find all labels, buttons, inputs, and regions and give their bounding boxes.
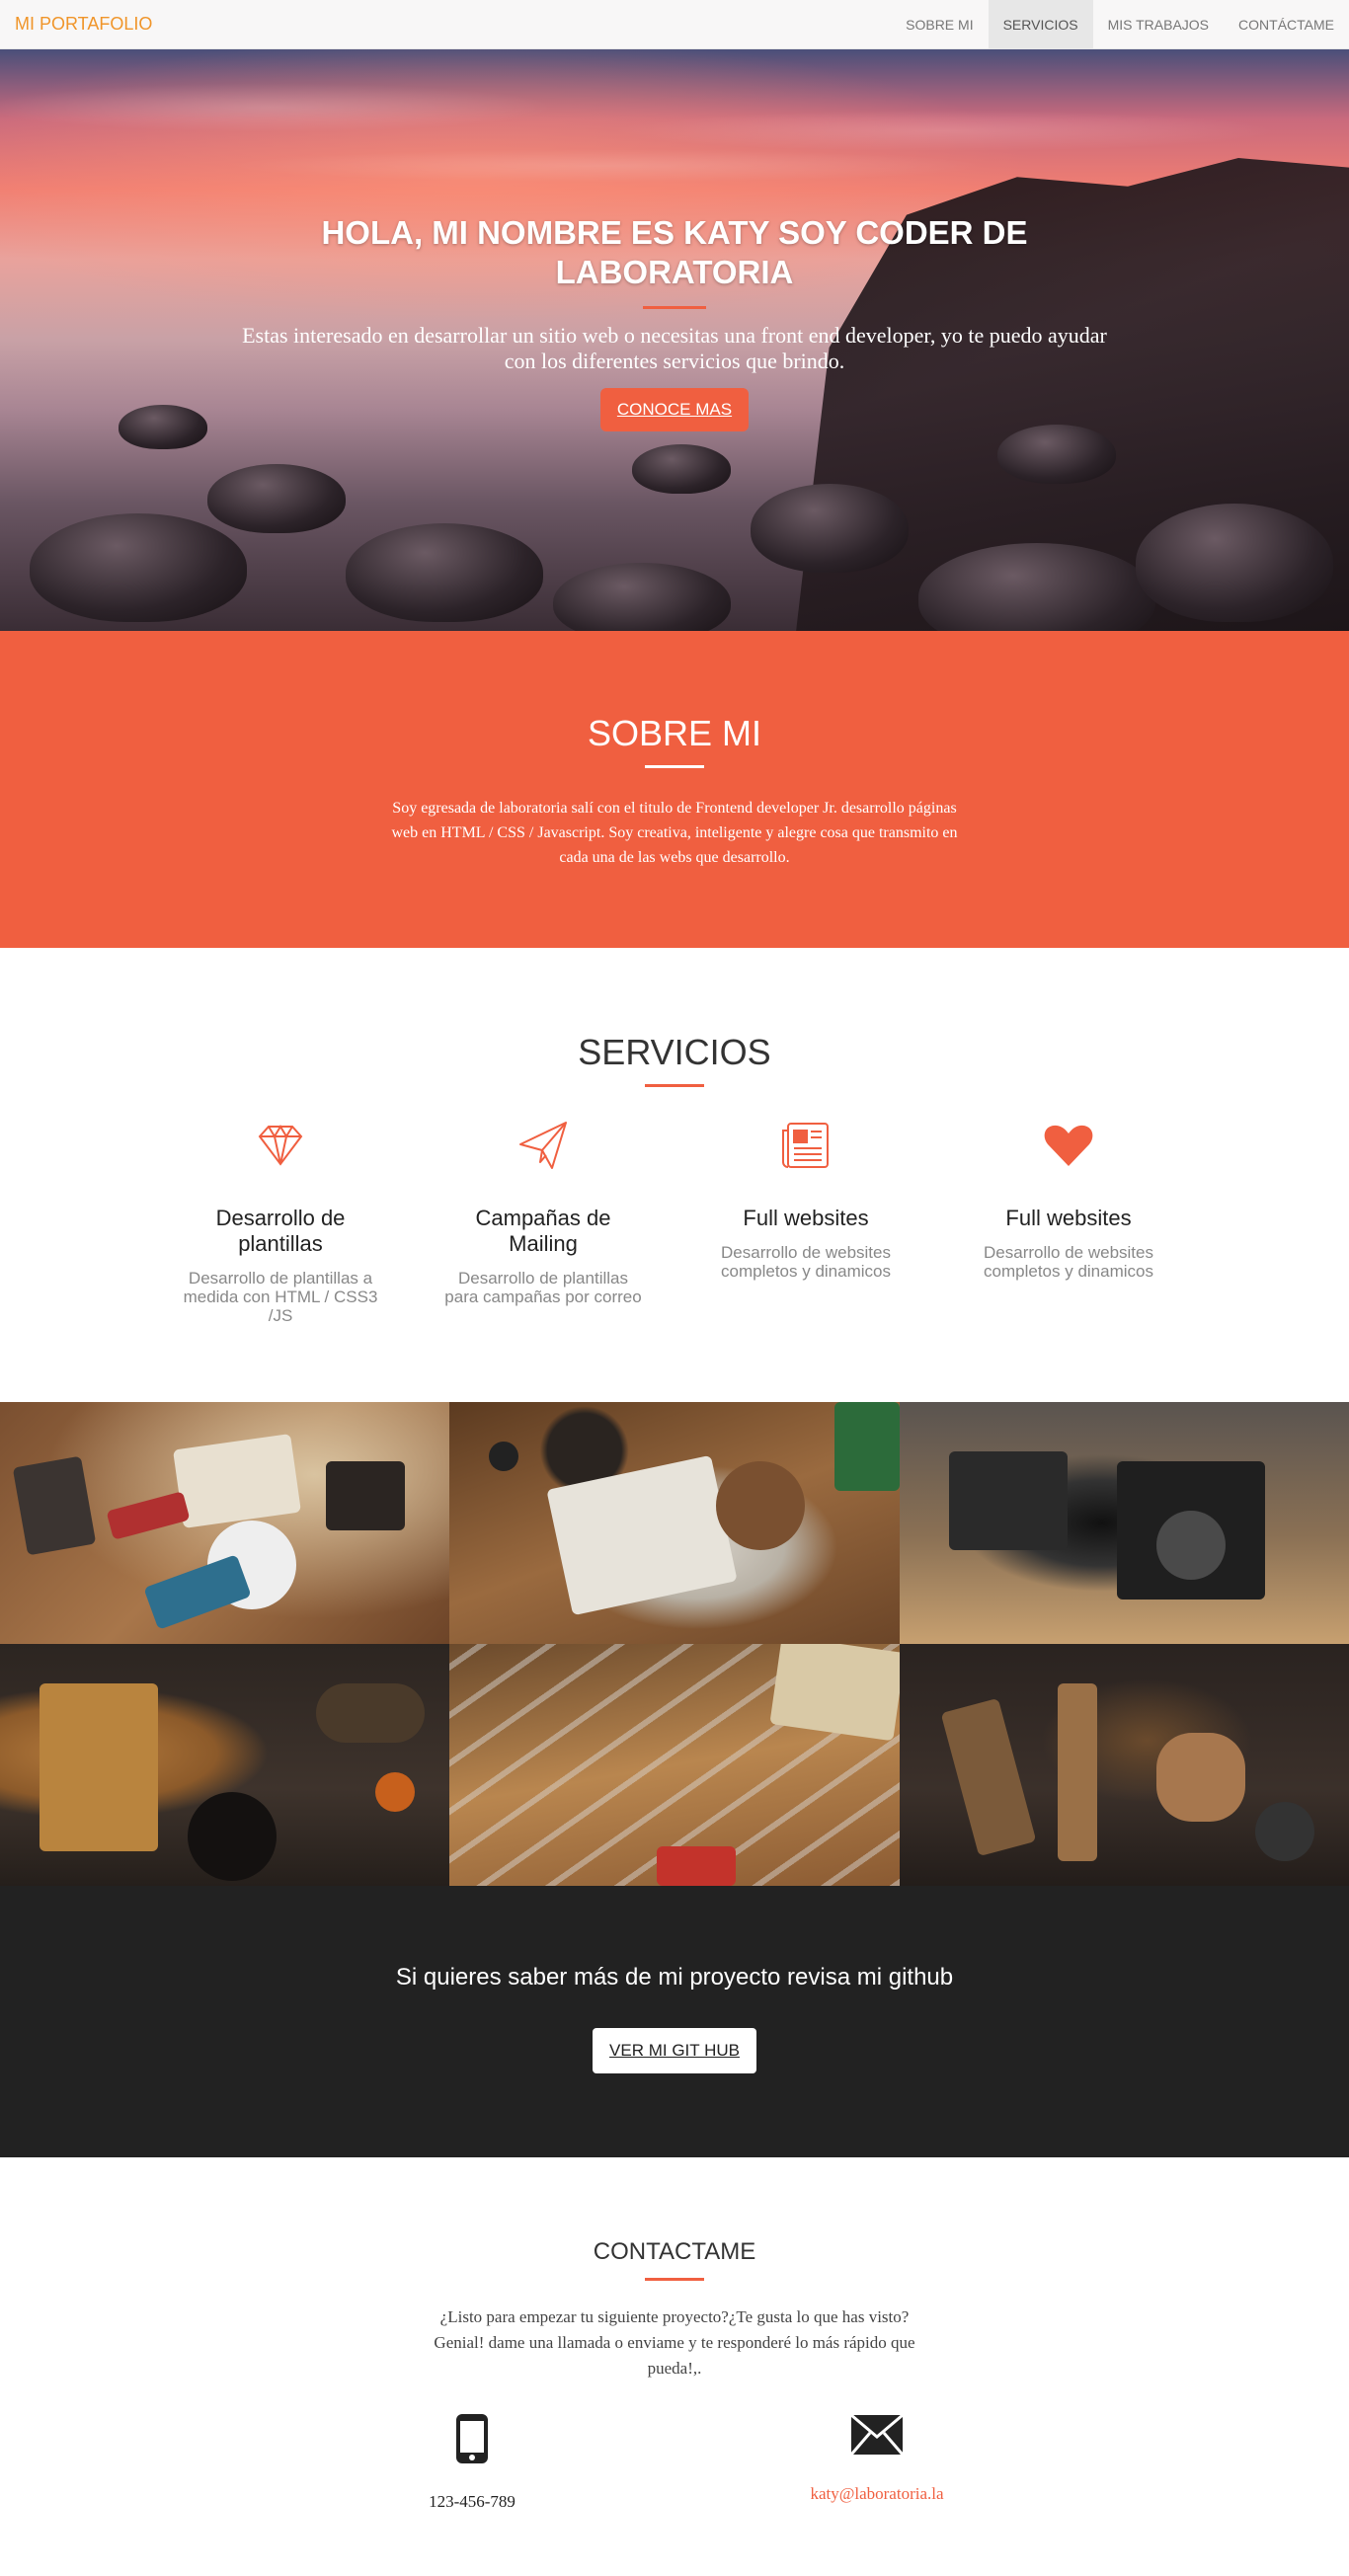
service-item: Desarrollo de plantillas Desarrollo de p… [177, 1119, 384, 1325]
portfolio-image-tools[interactable] [900, 1644, 1349, 1886]
service-text: Desarrollo de websites completos y dinam… [721, 1243, 891, 1281]
phone-icon [456, 2414, 488, 2463]
hero-text: Estas interesado en desarrollar un sitio… [242, 323, 1107, 373]
services-title: SERVICIOS [578, 1032, 771, 1072]
about-text: Soy egresada de laboratoria salí con el … [391, 800, 958, 866]
hero-content: HOLA, MI NOMBRE ES KATY SOY CODER DE LAB… [230, 213, 1119, 431]
contact-text: ¿Listo para empezar tu siguiente proyect… [434, 2307, 915, 2378]
portfolio-image-cameras[interactable] [900, 1402, 1349, 1644]
phone-number: 123-456-789 [429, 2492, 516, 2511]
contact-email: katy@laboratoria.la [768, 2413, 986, 2512]
about-section: SOBRE MI Soy egresada de laboratoria sal… [0, 631, 1349, 948]
service-title: Desarrollo de plantillas [215, 1206, 346, 1256]
service-text: Desarrollo de plantillas para campañas p… [444, 1269, 642, 1306]
diamond-icon [258, 1125, 303, 1166]
newspaper-icon [782, 1123, 829, 1168]
nav-link-mis-trabajos[interactable]: MIS TRABAJOS [1093, 0, 1224, 49]
portfolio-gallery [0, 1402, 1349, 1886]
contact-divider [645, 2278, 704, 2281]
github-cta-section: Si quieres saber más de mi proyecto revi… [0, 1886, 1349, 2157]
email-link[interactable]: katy@laboratoria.la [768, 2484, 986, 2504]
portfolio-image-kitchen[interactable] [0, 1644, 449, 1886]
about-divider [645, 765, 704, 768]
services-section: SERVICIOS Desarrollo de plantillas Desar… [0, 948, 1349, 1402]
nav-link-servicios[interactable]: SERVICIOS [988, 0, 1093, 49]
contact-methods: 123-456-789 katy@laboratoria.la [0, 2413, 1349, 2512]
nav-link-contactame[interactable]: CONTÁCTAME [1224, 0, 1349, 49]
about-title: SOBRE MI [587, 713, 762, 753]
service-title: Campañas de Mailing [475, 1206, 611, 1256]
portfolio-image-stationery[interactable] [0, 1402, 449, 1644]
ver-github-button[interactable]: VER MI GIT HUB [593, 2028, 756, 2073]
portfolio-image-notebook[interactable] [449, 1402, 900, 1644]
service-item: Full websites Desarrollo de websites com… [965, 1119, 1172, 1325]
contact-section: CONTACTAME ¿Listo para empezar tu siguie… [0, 2157, 1349, 2552]
contact-title: CONTACTAME [593, 2238, 756, 2265]
cta-title: Si quieres saber más de mi proyecto revi… [395, 1964, 954, 1991]
nav-link-sobre-mi[interactable]: SOBRE MI [891, 0, 988, 49]
service-text: Desarrollo de websites completos y dinam… [984, 1243, 1153, 1281]
service-title: Full websites [743, 1206, 869, 1230]
brand-link[interactable]: MI PORTAFOLIO [0, 14, 152, 35]
portfolio-image-pencils[interactable] [449, 1644, 900, 1886]
hero-title: HOLA, MI NOMBRE ES KATY SOY CODER DE LAB… [321, 214, 1028, 290]
navbar: MI PORTAFOLIO SOBRE MI SERVICIOS MIS TRA… [0, 0, 1349, 49]
service-text: Desarrollo de plantillas a medida con HT… [183, 1269, 378, 1325]
services-divider [645, 1084, 704, 1087]
contact-phone: 123-456-789 [363, 2413, 581, 2512]
nav-menu: SOBRE MI SERVICIOS MIS TRABAJOS CONTÁCTA… [891, 0, 1349, 49]
conoce-mas-button[interactable]: CONOCE MAS [599, 388, 750, 431]
heart-icon [1044, 1125, 1093, 1166]
services-list: Desarrollo de plantillas Desarrollo de p… [0, 1119, 1349, 1325]
service-item: Campañas de Mailing Desarrollo de planti… [439, 1119, 647, 1325]
hero-section: HOLA, MI NOMBRE ES KATY SOY CODER DE LAB… [0, 49, 1349, 631]
paper-plane-icon [519, 1122, 567, 1169]
hero-divider [643, 306, 706, 309]
envelope-icon [850, 2413, 904, 2456]
service-item: Full websites Desarrollo de websites com… [702, 1119, 910, 1325]
service-title: Full websites [1005, 1206, 1132, 1230]
